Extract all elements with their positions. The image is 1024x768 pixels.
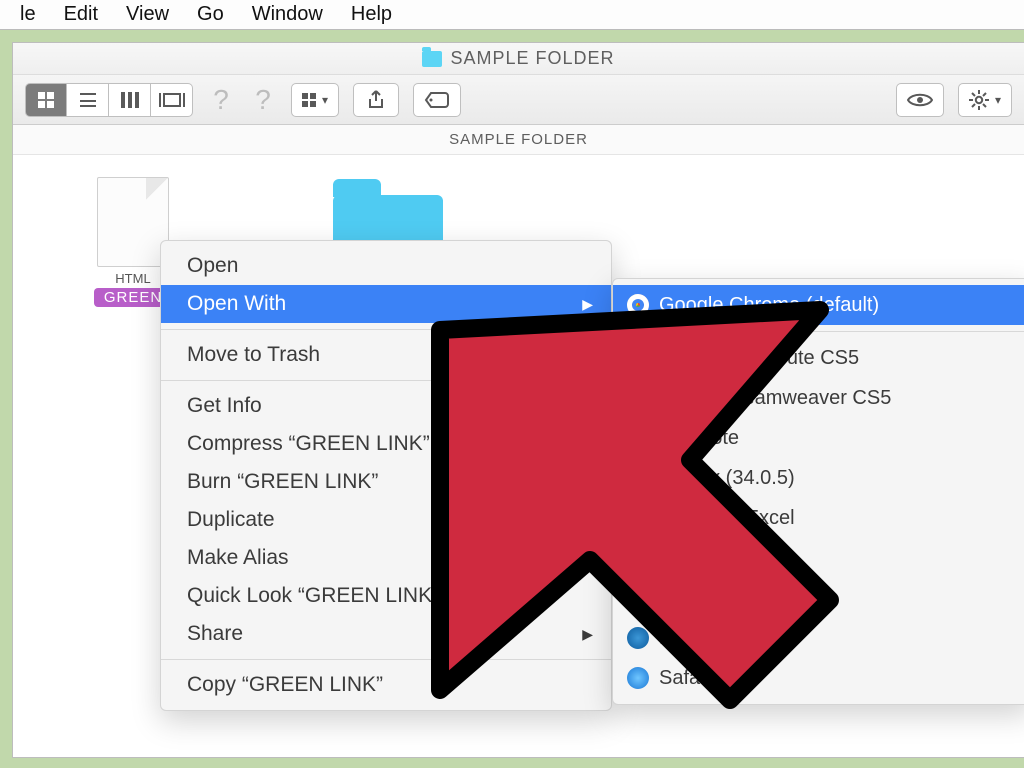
menu-edit[interactable]: Edit bbox=[50, 3, 112, 26]
document-icon bbox=[97, 177, 169, 267]
view-mode-group bbox=[25, 83, 193, 117]
openwith-word[interactable]: Microsoft Word bbox=[613, 538, 1024, 578]
gear-icon bbox=[969, 90, 989, 110]
openwith-dreamweaver[interactable]: Adobe Dreamweaver CS5 bbox=[613, 378, 1024, 418]
openwith-evernote-label: Evernote bbox=[659, 427, 739, 449]
ctx-open-with[interactable]: Open With ▶ bbox=[161, 285, 611, 323]
coverflow-view-button[interactable] bbox=[151, 83, 193, 117]
excel-icon bbox=[627, 507, 649, 529]
openwith-evernote[interactable]: Evernote bbox=[613, 418, 1024, 458]
ctx-make-alias[interactable]: Make Alias bbox=[161, 539, 611, 577]
openwith-contribute[interactable]: Adobe Contribute CS5 bbox=[613, 338, 1024, 378]
chrome-icon bbox=[627, 294, 649, 316]
ctx-open[interactable]: Open bbox=[161, 247, 611, 285]
ctx-separator bbox=[613, 331, 1024, 332]
menu-help[interactable]: Help bbox=[337, 3, 406, 26]
folder-icon bbox=[422, 51, 442, 67]
ctx-get-info[interactable]: Get Info bbox=[161, 387, 611, 425]
menu-go[interactable]: Go bbox=[183, 3, 238, 26]
rockmelt-icon bbox=[627, 627, 649, 649]
openwith-contribute-label: Adobe Contribute CS5 bbox=[659, 347, 859, 369]
ctx-burn[interactable]: Burn “GREEN LINK” bbox=[161, 463, 611, 501]
ctx-duplicate[interactable]: Duplicate bbox=[161, 501, 611, 539]
edit-tags-button[interactable] bbox=[413, 83, 461, 117]
arrange-button[interactable]: ▾ bbox=[291, 83, 339, 117]
openoffice-icon bbox=[627, 587, 649, 609]
ctx-quick-look[interactable]: Quick Look “GREEN LINK” bbox=[161, 577, 611, 615]
eye-icon bbox=[907, 92, 933, 108]
submenu-arrow-icon: ▶ bbox=[582, 619, 593, 649]
context-menu: Open Open With ▶ Move to Trash Get Info … bbox=[160, 240, 612, 711]
contribute-icon bbox=[627, 347, 649, 369]
column-view-button[interactable] bbox=[109, 83, 151, 117]
chevron-down-icon: ▾ bbox=[322, 93, 328, 107]
path-bar[interactable]: SAMPLE FOLDER bbox=[13, 125, 1024, 155]
ctx-compress[interactable]: Compress “GREEN LINK” bbox=[161, 425, 611, 463]
ctx-copy[interactable]: Copy “GREEN LINK” bbox=[161, 666, 611, 704]
share-button[interactable] bbox=[353, 83, 399, 117]
submenu-arrow-icon: ▶ bbox=[582, 289, 593, 319]
word-icon bbox=[627, 547, 649, 569]
openwith-excel-label: Microsoft Excel bbox=[659, 507, 795, 529]
path-bar-label: SAMPLE FOLDER bbox=[449, 131, 588, 148]
help-placeholder-icon: ? bbox=[207, 84, 235, 116]
evernote-icon bbox=[627, 427, 649, 449]
window-title-bar[interactable]: SAMPLE FOLDER bbox=[13, 43, 1024, 75]
ctx-open-with-label: Open With bbox=[187, 292, 286, 315]
openwith-openoffice-label: OpenOffice bbox=[659, 587, 760, 609]
action-button[interactable]: ▾ bbox=[958, 83, 1012, 117]
ctx-separator bbox=[161, 380, 611, 381]
menu-file[interactable]: le bbox=[6, 3, 50, 26]
help-placeholder-icon: ? bbox=[249, 84, 277, 116]
menu-view[interactable]: View bbox=[112, 3, 183, 26]
openwith-rockmelt-label: RockMelt bbox=[659, 627, 742, 649]
openwith-dreamweaver-label: Adobe Dreamweaver CS5 bbox=[659, 387, 891, 409]
openwith-excel[interactable]: Microsoft Excel bbox=[613, 498, 1024, 538]
share-icon bbox=[367, 90, 385, 110]
openwith-firefox-label: Firefox (34.0.5) bbox=[659, 467, 795, 489]
tag-icon bbox=[424, 91, 450, 109]
firefox-icon bbox=[627, 467, 649, 489]
openwith-safari-label: Safari bbox=[659, 667, 711, 689]
system-menu-bar: le Edit View Go Window Help bbox=[0, 0, 1024, 30]
dreamweaver-icon bbox=[627, 387, 649, 409]
openwith-rockmelt[interactable]: RockMelt bbox=[613, 618, 1024, 658]
ctx-move-to-trash[interactable]: Move to Trash bbox=[161, 336, 611, 374]
icon-view-button[interactable] bbox=[25, 83, 67, 117]
safari-icon bbox=[627, 667, 649, 689]
ctx-separator bbox=[161, 659, 611, 660]
ctx-share[interactable]: Share ▶ bbox=[161, 615, 611, 653]
openwith-chrome-label: Google Chrome (default) bbox=[659, 294, 879, 316]
openwith-firefox[interactable]: Firefox (34.0.5) bbox=[613, 458, 1024, 498]
chevron-down-icon: ▾ bbox=[995, 93, 1001, 107]
open-with-submenu: Google Chrome (default) Adobe Contribute… bbox=[612, 278, 1024, 705]
openwith-safari[interactable]: Safari bbox=[613, 658, 1024, 698]
window-title: SAMPLE FOLDER bbox=[450, 48, 614, 69]
openwith-word-label: Microsoft Word bbox=[659, 547, 793, 569]
ctx-separator bbox=[161, 329, 611, 330]
ctx-share-label: Share bbox=[187, 622, 243, 645]
openwith-chrome[interactable]: Google Chrome (default) bbox=[613, 285, 1024, 325]
list-view-button[interactable] bbox=[67, 83, 109, 117]
openwith-openoffice[interactable]: OpenOffice bbox=[613, 578, 1024, 618]
menu-window[interactable]: Window bbox=[238, 3, 337, 26]
quick-look-button[interactable] bbox=[896, 83, 944, 117]
finder-toolbar: ? ? ▾ ▾ bbox=[13, 75, 1024, 125]
